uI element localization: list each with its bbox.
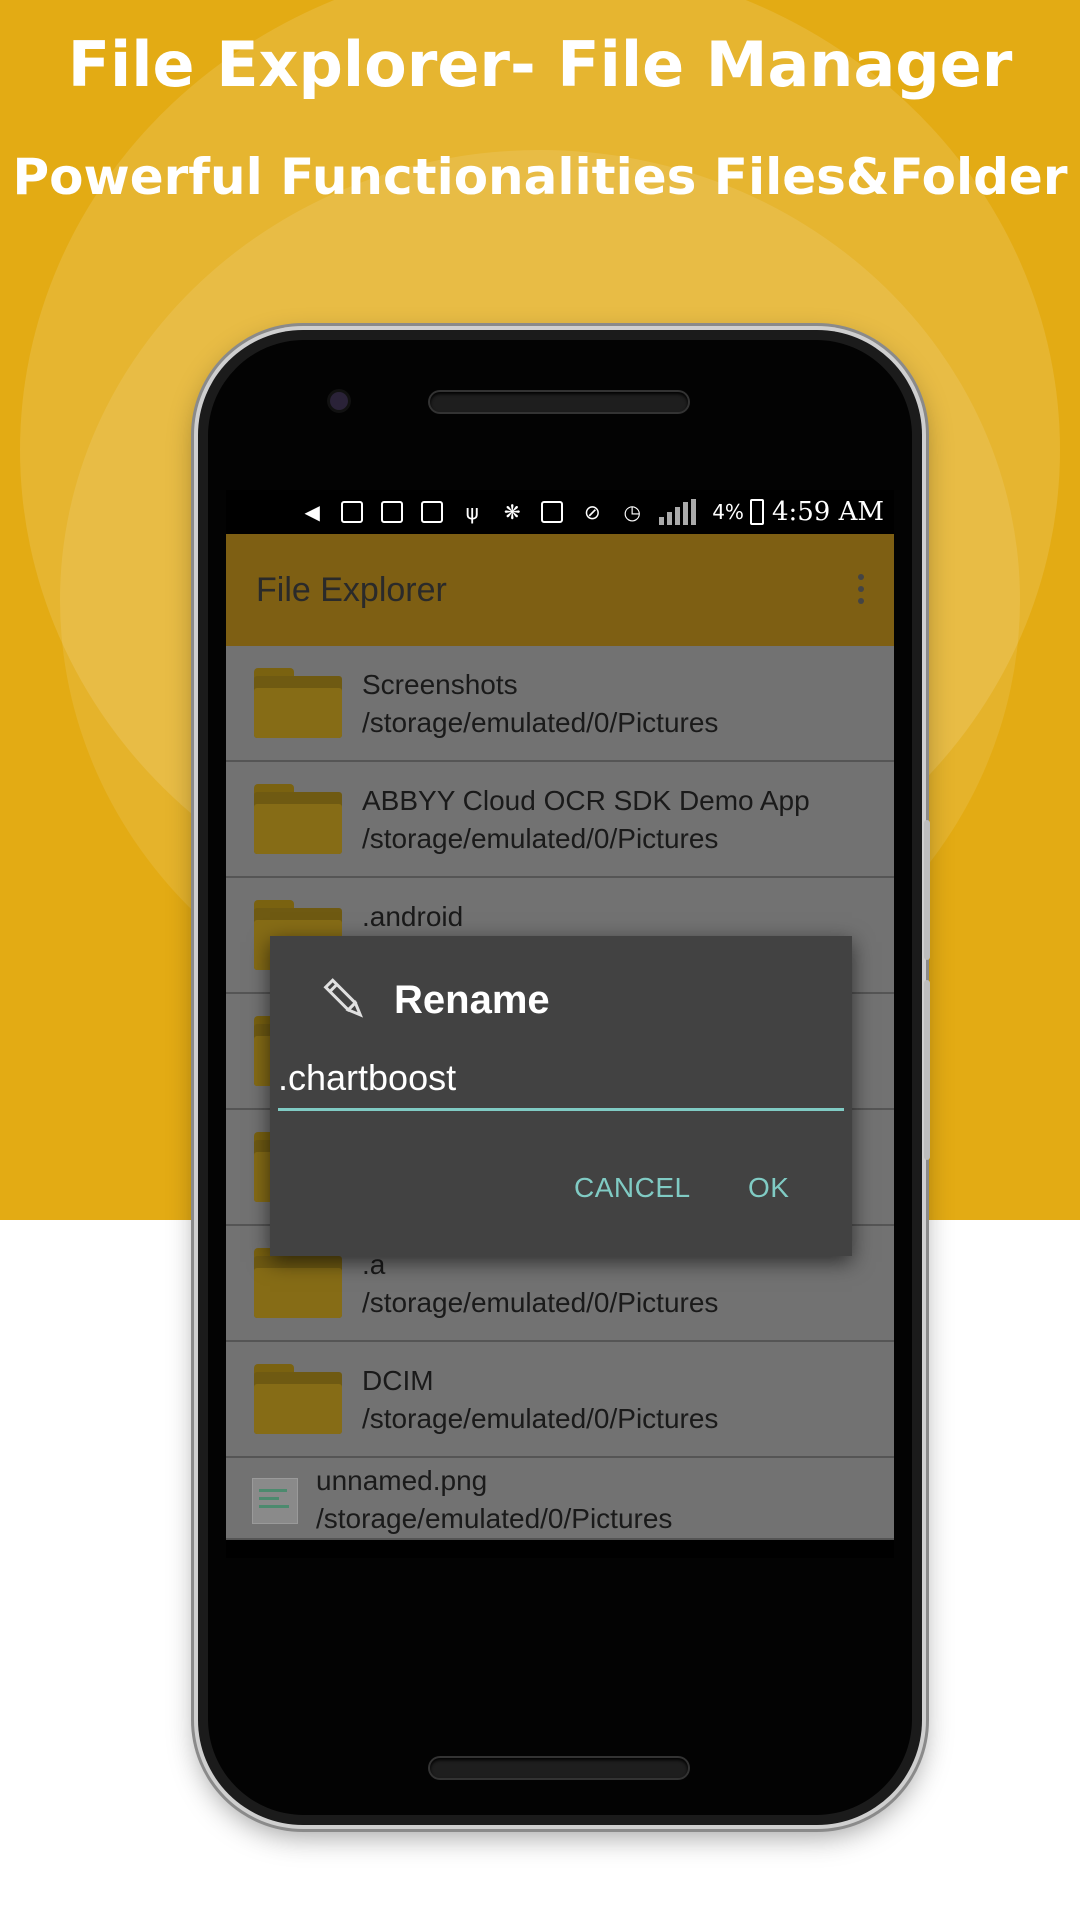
image-icon: [419, 499, 445, 525]
item-name: .android: [362, 901, 464, 932]
app-bar: File Explorer: [226, 534, 894, 646]
item-name: Screenshots: [362, 669, 518, 700]
battery-icon: [749, 499, 764, 525]
item-name: ABBYY Cloud OCR SDK Demo App: [362, 785, 810, 816]
rename-dialog: Rename CANCEL OK: [270, 936, 852, 1256]
front-camera: [330, 392, 348, 410]
cancel-button[interactable]: CANCEL: [574, 1172, 691, 1204]
phone-screen: ◀ ψ ❋ ⊘ ◷ 4% 4:59 AM File Explorer Scree…: [226, 490, 894, 1558]
dialog-title: Rename: [394, 977, 550, 1022]
item-name: unnamed.png: [316, 1465, 488, 1496]
more-icon: ◀: [304, 500, 320, 524]
battery-percent: 4%: [712, 500, 744, 524]
list-item[interactable]: unnamed.png /storage/emulated/0/Pictures: [226, 1458, 894, 1540]
power-button: [924, 980, 930, 1160]
status-bar: ◀ ψ ❋ ⊘ ◷ 4% 4:59 AM: [226, 490, 894, 534]
pencil-icon: [323, 978, 364, 1018]
nfc-icon: [539, 499, 565, 525]
folder-icon: [254, 1248, 342, 1318]
clock: 4:59 AM: [771, 497, 884, 527]
item-path: /storage/emulated/0/Pictures: [362, 823, 719, 854]
notification-icons: ◀ ψ ❋ ⊘ ◷: [299, 499, 697, 525]
list-item[interactable]: ABBYY Cloud OCR SDK Demo App /storage/em…: [226, 762, 894, 878]
item-path: /storage/emulated/0/Pictures: [316, 1503, 673, 1534]
mosque-icon: [339, 499, 365, 525]
image-thumbnail-icon: [252, 1478, 298, 1524]
bottom-speaker: [430, 1758, 688, 1778]
app-title: File Explorer: [256, 570, 447, 609]
promo-headline: File Explorer- File Manager: [67, 28, 1013, 101]
promo-subheadline: Powerful Functionalities Files&Folder: [12, 148, 1068, 206]
squirrel-icon: ❋: [503, 500, 521, 524]
item-path: /storage/emulated/0/Pictures: [362, 1403, 719, 1434]
folder-icon: [254, 784, 342, 854]
list-item[interactable]: DCIM /storage/emulated/0/Pictures: [226, 1342, 894, 1458]
alarm-icon: ◷: [623, 500, 641, 524]
folder-icon: [254, 668, 342, 738]
volume-button: [924, 820, 930, 960]
mute-icon: ⊘: [583, 500, 601, 524]
usb-icon: ψ: [465, 500, 479, 524]
item-path: /storage/emulated/0/Pictures: [362, 707, 719, 738]
signal-icon: [659, 499, 697, 525]
list-item[interactable]: Screenshots /storage/emulated/0/Pictures: [226, 646, 894, 762]
overflow-menu-icon[interactable]: [858, 574, 864, 604]
item-name: DCIM: [362, 1365, 434, 1396]
earpiece-speaker: [430, 392, 688, 412]
rename-input[interactable]: [278, 1048, 844, 1111]
ok-button[interactable]: OK: [748, 1172, 789, 1204]
mosque-icon: [379, 499, 405, 525]
folder-icon: [254, 1364, 342, 1434]
item-path: /storage/emulated/0/Pictures: [362, 1287, 719, 1318]
